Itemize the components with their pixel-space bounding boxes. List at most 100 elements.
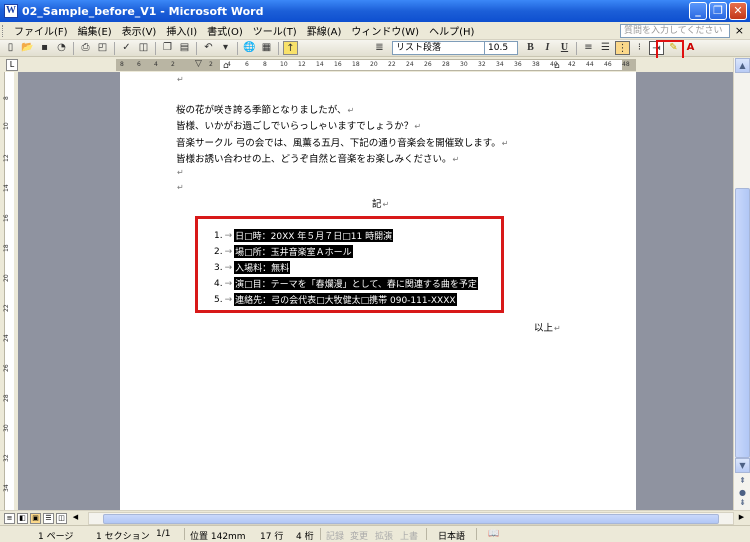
scroll-right-icon[interactable]: ▶ <box>736 513 747 524</box>
toolbar-separator <box>576 41 577 55</box>
font-size-select[interactable]: 10.5 <box>484 41 518 55</box>
spelling-icon[interactable]: ✓ <box>119 41 134 55</box>
status-language: 日本語 <box>438 532 466 542</box>
status-line: 17 行 <box>260 532 284 542</box>
style-value: リスト段落 <box>396 43 442 53</box>
list-item[interactable]: 3. → 入場料：無料 <box>214 261 291 274</box>
font-size-value: 10.5 <box>488 43 509 53</box>
align-justify-icon[interactable]: ≡ <box>581 41 596 55</box>
empty-paragraph: ↵ <box>177 75 184 84</box>
save-icon[interactable]: ▪ <box>37 41 52 55</box>
print-preview-icon[interactable]: ◰ <box>95 41 110 55</box>
close-button[interactable]: ✕ <box>729 2 747 20</box>
print-icon[interactable]: ⎙ <box>78 41 93 55</box>
document-area: ↵ 桜の花が咲き誇る季節となりましたが、↵ 皆様、いかがお過ごしでいらっしゃいま… <box>18 72 733 510</box>
status-extend[interactable]: 拡張 <box>375 529 393 542</box>
doc-close-icon[interactable]: × <box>735 24 744 37</box>
scrollbar-thumb[interactable] <box>735 188 750 458</box>
numbering-icon[interactable]: ⋮ <box>615 41 630 55</box>
menu-window[interactable]: ウィンドウ(W) <box>346 23 424 38</box>
undo-dropdown-icon[interactable]: ▾ <box>218 41 233 55</box>
undo-icon[interactable]: ↶ <box>201 41 216 55</box>
scroll-left-icon[interactable]: ◀ <box>70 513 81 524</box>
vertical-ruler[interactable]: 8 10 12 14 16 18 20 22 24 26 28 30 32 34 <box>0 72 18 510</box>
bold-button[interactable]: B <box>523 41 538 55</box>
paste-icon[interactable]: ▤ <box>177 41 192 55</box>
insert-hyperlink-icon[interactable]: 🌐 <box>242 41 257 55</box>
document-page[interactable]: ↵ 桜の花が咲き誇る季節となりましたが、↵ 皆様、いかがお過ごしでいらっしゃいま… <box>120 72 636 510</box>
normal-view-icon[interactable]: ≡ <box>4 513 15 524</box>
menu-tools[interactable]: ツール(T) <box>248 23 302 38</box>
first-line-indent-marker[interactable]: ▽ <box>195 59 202 69</box>
scroll-down-icon[interactable]: ▼ <box>735 458 750 473</box>
vruler-tick: 26 <box>3 364 10 372</box>
scroll-up-icon[interactable]: ▲ <box>735 58 750 73</box>
list-item[interactable]: 1. → 日□時：20XX 年５月７日□11 時開演 <box>214 229 394 242</box>
bullets-icon[interactable]: ⁝ <box>632 41 647 55</box>
status-section: 1 セクション <box>96 532 150 542</box>
tab-selector[interactable]: L <box>6 59 18 71</box>
maximize-button[interactable]: ❐ <box>709 2 727 20</box>
table-icon[interactable]: ▦ <box>259 41 274 55</box>
italic-button[interactable]: I <box>540 41 555 55</box>
horizontal-ruler[interactable]: 8 6 4 2 2 4 6 8 10 12 14 16 18 20 22 24 … <box>116 59 636 71</box>
body-line-1: 桜の花が咲き誇る季節となりましたが、↵ <box>176 105 355 116</box>
spelling-status-icon[interactable]: 📖 <box>488 529 499 539</box>
toolbar-separator <box>114 41 115 55</box>
distributed-align-icon[interactable]: ☰ <box>598 41 613 55</box>
copy-icon[interactable]: ❐ <box>160 41 175 55</box>
next-page-icon[interactable]: ⇟ <box>735 496 750 511</box>
horizontal-scrollbar[interactable] <box>88 512 734 525</box>
menu-file[interactable]: ファイル(F) <box>9 23 73 38</box>
research-icon[interactable]: ◫ <box>136 41 151 55</box>
styles-pane-icon[interactable]: ≣ <box>372 41 387 55</box>
vruler-tick: 20 <box>3 274 10 282</box>
menu-grip <box>2 24 5 37</box>
horizontal-scrollbar-thumb[interactable] <box>103 514 719 524</box>
status-column: 4 桁 <box>296 532 314 542</box>
empty-paragraph: ↵ <box>177 168 184 177</box>
hanging-indent-marker[interactable]: ⌂ <box>223 61 229 71</box>
status-track-changes[interactable]: 変更 <box>350 529 368 542</box>
web-layout-icon[interactable]: ◧ <box>17 513 28 524</box>
font-color-button[interactable]: A <box>683 41 698 55</box>
vruler-tick: 18 <box>3 244 10 252</box>
status-overtype[interactable]: 上書 <box>400 529 418 542</box>
status-record[interactable]: 記録 <box>326 529 344 542</box>
menu-bar: ファイル(F) 編集(E) 表示(V) 挿入(I) 書式(O) ツール(T) 罫… <box>0 22 750 40</box>
menu-table[interactable]: 罫線(A) <box>302 23 347 38</box>
word-app-icon[interactable]: W <box>4 4 18 18</box>
vertical-scrollbar[interactable]: ▲ ▼ ⇞ ● ⇟ <box>733 58 750 511</box>
vruler-tick: 14 <box>3 184 10 192</box>
list-item[interactable]: 5. → 連絡先：弓の会代表□大牧健太□携帯 090-111-XXXX <box>214 293 457 306</box>
menu-help[interactable]: ヘルプ(H) <box>424 23 479 38</box>
underline-button[interactable]: U <box>557 41 572 55</box>
status-separator <box>426 528 427 540</box>
menu-view[interactable]: 表示(V) <box>117 23 162 38</box>
closing-text: 以上↵ <box>534 323 561 334</box>
vruler-tick: 30 <box>3 424 10 432</box>
menu-edit[interactable]: 編集(E) <box>73 23 117 38</box>
right-indent-marker[interactable]: ⌂ <box>554 61 560 71</box>
print-layout-icon[interactable]: ▣ <box>30 513 41 524</box>
new-document-icon[interactable]: ▯ <box>3 41 18 55</box>
outline-view-icon[interactable]: ☰ <box>43 513 54 524</box>
horizontal-ruler-row: L 8 6 4 2 2 4 6 8 10 12 14 16 18 20 22 2… <box>0 58 750 72</box>
list-item[interactable]: 4. → 演□目：テーマを「春爛漫」として、春に関連する曲を予定 <box>214 277 478 290</box>
horizontal-bar: ≡ ◧ ▣ ☰ ◫ ◀ ▶ <box>0 510 750 525</box>
vertical-ruler-track <box>4 72 14 510</box>
menu-format[interactable]: 書式(O) <box>202 23 248 38</box>
reading-layout-icon[interactable]: ◫ <box>56 513 67 524</box>
toolbar-separator <box>73 41 74 55</box>
status-position: 位置 142mm <box>190 532 246 542</box>
open-folder-icon[interactable]: 📂 <box>20 41 35 55</box>
title-bar: W 02_Sample_before_V1 - Microsoft Word _… <box>0 0 750 22</box>
menu-insert[interactable]: 挿入(I) <box>161 23 202 38</box>
permission-icon[interactable]: ◔ <box>54 41 69 55</box>
status-separator <box>320 528 321 540</box>
toolbar-separator <box>155 41 156 55</box>
minimize-button[interactable]: _ <box>689 2 707 20</box>
help-icon[interactable]: ↑ <box>283 41 298 55</box>
help-search-input[interactable]: 質問を入力してください <box>620 24 730 38</box>
list-item[interactable]: 2. → 場□所：玉井音楽室Ａホール <box>214 245 353 258</box>
